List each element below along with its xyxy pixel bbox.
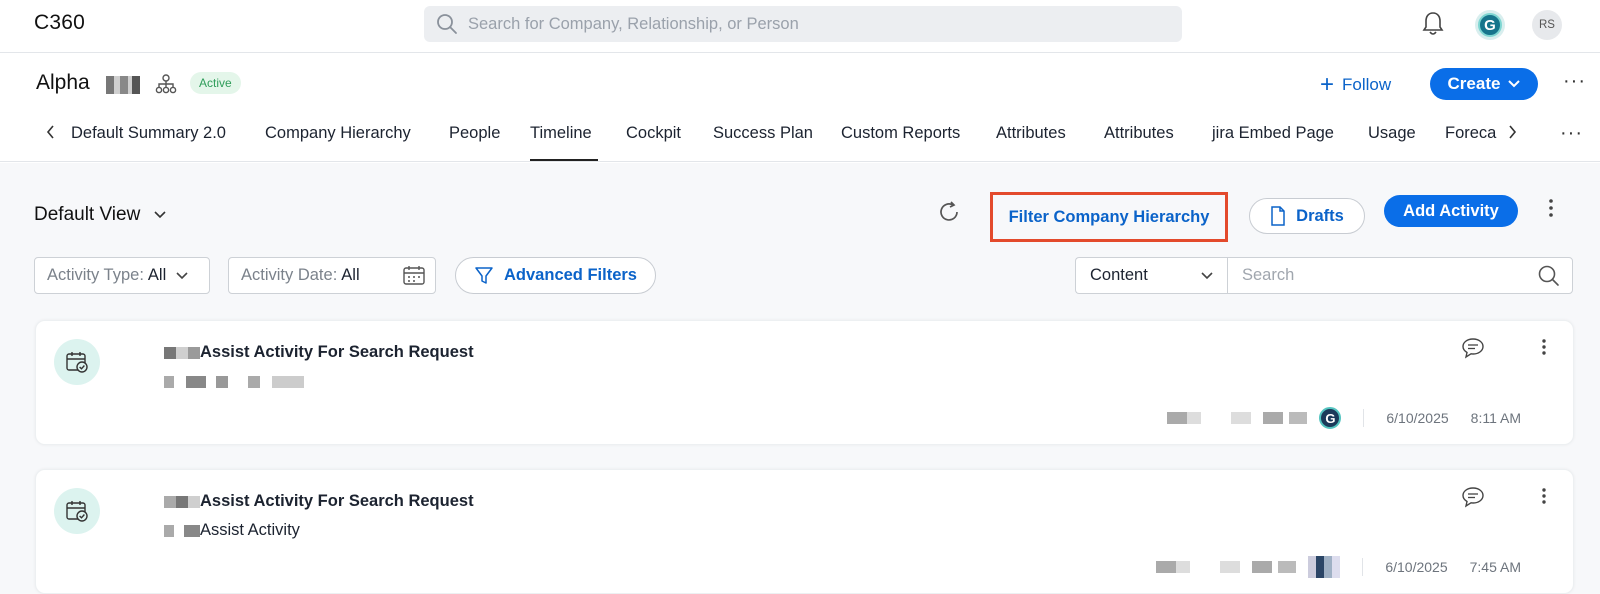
tab-attributes-1[interactable]: Attributes	[996, 124, 1066, 143]
tab-cockpit[interactable]: Cockpit	[626, 124, 681, 143]
view-selector[interactable]: Default View	[34, 204, 166, 226]
chevron-down-icon	[176, 271, 188, 279]
activity-title[interactable]: Assist Activity For Search Request	[164, 492, 474, 511]
owner-avatar: G	[1319, 407, 1342, 429]
tab-forecast[interactable]: Foreca	[1445, 124, 1499, 143]
activity-card[interactable]: Assist Activity For Search Request G 6/1…	[35, 320, 1574, 445]
advanced-filters-button[interactable]: Advanced Filters	[455, 257, 656, 294]
activity-date-label: Activity Date:	[241, 266, 338, 284]
top-bar: C360 Search for Company, Relationship, o…	[0, 0, 1600, 53]
activity-title-text: Assist Activity For Search Request	[200, 492, 474, 510]
filter-icon	[475, 266, 493, 284]
refresh-icon[interactable]	[937, 200, 961, 224]
divider	[1363, 409, 1365, 427]
activity-type-icon	[54, 488, 100, 534]
tab-bar: Default Summary 2.0 Company Hierarchy Pe…	[0, 114, 1600, 162]
advanced-filters-label: Advanced Filters	[504, 266, 637, 284]
activity-time: 8:11 AM	[1470, 410, 1521, 426]
activity-type-value: All	[147, 266, 167, 284]
more-vertical-icon[interactable]	[1541, 338, 1547, 356]
plus-icon: +	[1320, 71, 1335, 98]
activity-subtitle-text: Assist Activity	[200, 521, 300, 539]
search-icon	[437, 14, 457, 34]
global-search-placeholder: Search for Company, Relationship, or Per…	[468, 14, 799, 33]
activity-date-value: All	[341, 266, 360, 284]
chevron-down-icon	[1201, 271, 1213, 279]
bell-icon[interactable]	[1422, 11, 1444, 37]
timeline-search-placeholder: Search	[1242, 266, 1295, 284]
activity-time: 7:45 AM	[1469, 559, 1521, 575]
comment-icon[interactable]	[1461, 337, 1485, 359]
activity-meta: G 6/10/2025 8:11 AM	[1167, 407, 1521, 429]
activity-date: 6/10/2025	[1385, 559, 1448, 575]
tab-people[interactable]: People	[449, 124, 500, 143]
chevron-down-icon	[154, 211, 166, 219]
activity-title-text: Assist Activity For Search Request	[200, 343, 474, 361]
tab-timeline[interactable]: Timeline	[530, 124, 592, 143]
tabs-more-icon[interactable]: ···	[1560, 122, 1583, 145]
calendar-icon[interactable]	[403, 265, 425, 285]
user-avatar[interactable]: RS	[1532, 10, 1562, 40]
redacted-text	[164, 346, 200, 359]
tab-usage[interactable]: Usage	[1368, 124, 1416, 143]
activity-date-filter[interactable]: Activity Date: All	[228, 257, 436, 294]
content-select-value: Content	[1090, 266, 1148, 284]
document-icon	[1271, 206, 1285, 226]
content-select[interactable]: Content	[1075, 257, 1227, 294]
brand-initial: G	[1478, 13, 1502, 37]
follow-label: Follow	[1342, 75, 1392, 94]
redacted-text	[1167, 412, 1308, 424]
activity-meta: 6/10/2025 7:45 AM	[1156, 556, 1521, 578]
tab-default-summary[interactable]: Default Summary 2.0	[71, 124, 226, 143]
activity-subtitle: Assist Activity	[164, 521, 300, 540]
timeline-search-input[interactable]: Search	[1227, 257, 1573, 294]
calendar-check-icon	[66, 501, 88, 522]
chevron-right-icon[interactable]	[1505, 121, 1519, 143]
redacted-name	[96, 76, 140, 94]
tab-attributes-2[interactable]: Attributes	[1104, 124, 1174, 143]
search-icon	[1538, 265, 1559, 286]
active-tab-indicator	[530, 159, 598, 161]
follow-button[interactable]: + Follow	[1320, 72, 1391, 98]
redacted-text	[164, 375, 304, 388]
comment-icon[interactable]	[1461, 486, 1485, 508]
activity-type-label: Activity Type:	[47, 266, 144, 284]
timeline-content: Default View Filter Company Hierarchy Dr…	[0, 163, 1600, 594]
more-vertical-icon[interactable]	[1548, 198, 1554, 218]
tab-success-plan[interactable]: Success Plan	[713, 124, 813, 143]
create-button[interactable]: Create	[1430, 68, 1538, 100]
brand-avatar[interactable]: G	[1475, 10, 1505, 40]
chevron-left-icon[interactable]	[44, 121, 58, 143]
activity-type-filter[interactable]: Activity Type: All	[34, 257, 210, 294]
drafts-button[interactable]: Drafts	[1249, 198, 1365, 234]
tab-jira-embed-page[interactable]: jira Embed Page	[1212, 124, 1334, 143]
status-badge: Active	[190, 72, 241, 94]
owner-avatar	[1308, 556, 1341, 578]
filter-company-hierarchy-button[interactable]: Filter Company Hierarchy	[990, 192, 1228, 242]
activity-date: 6/10/2025	[1386, 410, 1449, 426]
global-search-input[interactable]: Search for Company, Relationship, or Per…	[424, 6, 1182, 42]
hierarchy-icon[interactable]	[155, 74, 177, 94]
app-title[interactable]: C360	[34, 11, 85, 35]
company-name: Alpha	[36, 71, 90, 94]
redacted-text	[164, 524, 200, 537]
activity-card[interactable]: Assist Activity For Search Request Assis…	[35, 469, 1574, 594]
divider	[1362, 558, 1364, 576]
view-label: Default View	[34, 204, 141, 225]
activity-title[interactable]: Assist Activity For Search Request	[164, 343, 474, 362]
redacted-text	[164, 495, 200, 508]
activity-subtitle	[164, 372, 304, 391]
chevron-down-icon	[1508, 80, 1521, 88]
create-label: Create	[1447, 74, 1501, 93]
drafts-label: Drafts	[1296, 206, 1344, 225]
tab-company-hierarchy[interactable]: Company Hierarchy	[265, 124, 411, 143]
redacted-text	[1156, 561, 1297, 573]
calendar-check-icon	[66, 352, 88, 373]
tab-custom-reports[interactable]: Custom Reports	[841, 124, 960, 143]
add-activity-button[interactable]: Add Activity	[1384, 195, 1518, 227]
activity-type-icon	[54, 339, 100, 385]
more-vertical-icon[interactable]	[1541, 487, 1547, 505]
more-horizontal-icon[interactable]: ···	[1563, 70, 1586, 93]
